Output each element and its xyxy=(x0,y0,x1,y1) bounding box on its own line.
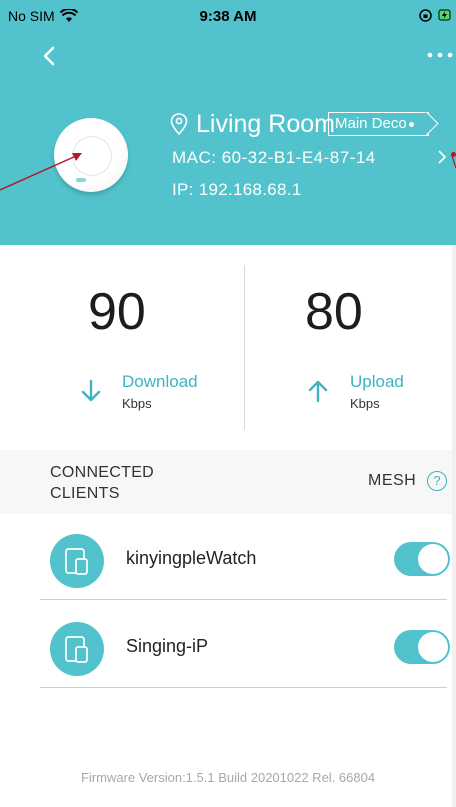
upload-arrow-icon xyxy=(308,380,328,403)
scroll-edge xyxy=(452,245,456,807)
row-divider xyxy=(40,687,447,688)
client-name: Singing-iP xyxy=(126,636,209,656)
main-deco-label: Main Deco xyxy=(335,115,407,132)
help-icon[interactable]: ? xyxy=(427,471,447,491)
download-unit: Kbps xyxy=(122,396,152,411)
device-mac: MAC: 60-32-B1-E4-87-14 xyxy=(172,148,376,167)
device-name[interactable]: Living Room xyxy=(196,110,335,139)
client-device-icon xyxy=(50,622,104,676)
annotation-dot xyxy=(451,152,456,157)
chevron-right-icon[interactable] xyxy=(436,148,448,166)
badge-dot xyxy=(408,121,414,127)
toggle-knob xyxy=(418,632,448,662)
row-divider xyxy=(40,599,447,600)
download-arrow-icon xyxy=(81,379,101,402)
connected-clients-title: CONNECTED CLIENTS xyxy=(50,464,155,502)
toggle-knob xyxy=(418,544,448,574)
main-deco-badge: Main Deco xyxy=(328,111,439,136)
list-item[interactable]: kinyingpleWatch xyxy=(0,514,456,600)
mesh-label: MESH xyxy=(368,472,417,489)
client-toggle[interactable] xyxy=(394,542,450,576)
speed-divider xyxy=(244,265,245,430)
download-speed-value: 90 xyxy=(88,283,146,341)
client-toggle[interactable] xyxy=(394,630,450,664)
location-pin-icon xyxy=(170,113,188,136)
client-device-icon xyxy=(50,534,104,588)
download-label: Download xyxy=(122,372,198,391)
client-name: kinyingpleWatch xyxy=(126,548,257,568)
firmware-version: Firmware Version:1.5.1 Build 20201022 Re… xyxy=(80,770,376,785)
list-item[interactable]: Singing-iP xyxy=(0,602,456,688)
upload-unit: Kbps xyxy=(350,396,380,411)
upload-speed-value: 80 xyxy=(305,283,363,341)
upload-label: Upload xyxy=(350,372,404,391)
device-ip: IP: 192.168.68.1 xyxy=(172,180,302,199)
